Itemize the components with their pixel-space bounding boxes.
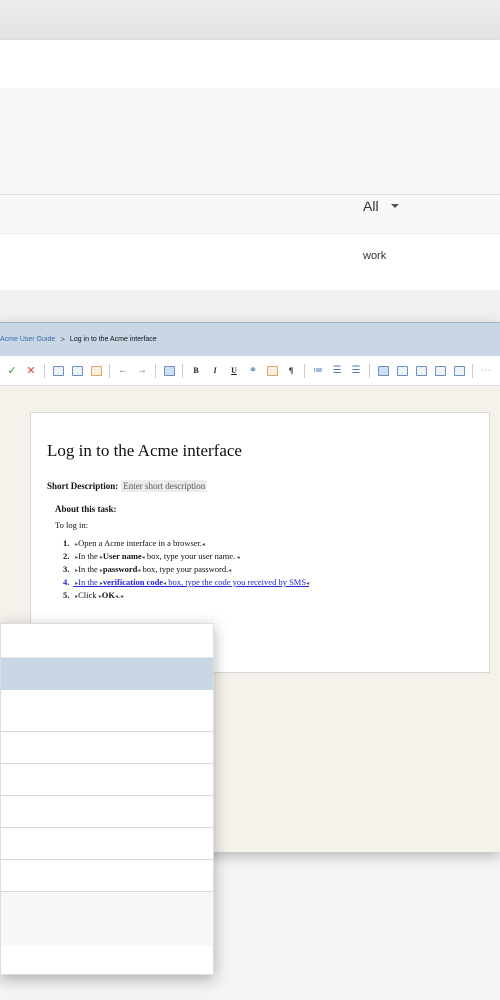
app-content-area <box>0 88 500 194</box>
toolbar-divider <box>472 363 473 378</box>
filter-dropdown[interactable]: All <box>363 198 399 214</box>
toolbar-divider <box>155 363 156 378</box>
short-description-input[interactable]: Enter short description <box>121 480 208 492</box>
list-row[interactable] <box>0 234 500 290</box>
insert-list-icon[interactable]: ≔ <box>310 363 326 379</box>
image-icon[interactable] <box>264 363 280 379</box>
toolbar-divider <box>304 363 305 378</box>
toolbar-divider <box>182 363 183 378</box>
insert-column-icon[interactable] <box>413 363 429 379</box>
insert-table-icon[interactable] <box>375 363 391 379</box>
panel-row[interactable] <box>1 796 213 828</box>
toolbar-divider <box>109 363 110 378</box>
filter-row <box>0 194 500 234</box>
panel-row[interactable] <box>1 690 213 732</box>
short-description-label: Short Description: <box>47 481 119 491</box>
topic-title[interactable]: Log in to the Acme interface <box>47 441 242 461</box>
editor-toolbar: ✓ ✕ ← → B I U ⚭ ¶ ≔ ☰ ☰ ⋯ <box>0 356 500 386</box>
step-item[interactable]: 2. ▸In the ▸User name◂ box, type your us… <box>63 550 309 563</box>
filter-selected-value: All <box>363 198 379 214</box>
toolbar-divider <box>44 363 45 378</box>
app-gap <box>0 290 500 322</box>
bold-button[interactable]: B <box>188 363 204 379</box>
merge-cells-icon[interactable] <box>432 363 448 379</box>
insert-row-icon[interactable] <box>394 363 410 379</box>
breadcrumb-separator: > <box>60 335 65 344</box>
breadcrumb-parent-link[interactable]: Acme User Guide <box>0 336 55 343</box>
about-task-heading: About this task: <box>55 504 117 514</box>
edit-comment-icon[interactable] <box>69 363 85 379</box>
panel-selected-bar[interactable] <box>1 658 213 690</box>
panel-row[interactable] <box>1 764 213 796</box>
italic-button[interactable]: I <box>207 363 223 379</box>
step-item[interactable]: 3. ▸In the ▸password◂ box, type your pas… <box>63 563 309 576</box>
paste-dropdown-icon[interactable] <box>161 363 177 379</box>
undo-icon[interactable]: ← <box>115 363 131 379</box>
paragraph-button[interactable]: ¶ <box>283 363 299 379</box>
toolbar-divider <box>369 363 370 378</box>
link-icon[interactable]: ⚭ <box>245 363 261 379</box>
comment-icon[interactable] <box>50 363 66 379</box>
more-options-icon[interactable]: ⋯ <box>478 363 494 379</box>
bulleted-list-icon[interactable]: ☰ <box>329 363 345 379</box>
panel-header <box>1 624 213 658</box>
breadcrumb-current: Log in to the Acme interface <box>69 336 157 343</box>
step-item[interactable]: 1. ▸Open a Acme interface in a browser.◂ <box>63 537 309 550</box>
step-item-linked[interactable]: 4. ▸In the ▸verification code◂ box, type… <box>63 576 309 589</box>
panel-row[interactable] <box>1 828 213 860</box>
chevron-down-icon <box>390 204 399 208</box>
numbered-list-icon[interactable]: ☰ <box>348 363 364 379</box>
track-changes-icon[interactable] <box>88 363 104 379</box>
step-item[interactable]: 5. ▸Click ▸OK◂.◂ <box>63 589 309 602</box>
delete-table-icon[interactable] <box>451 363 467 379</box>
reject-icon[interactable]: ✕ <box>23 363 39 379</box>
short-description: Short Description: Enter short descriptio… <box>47 480 208 492</box>
app-header-bar <box>0 40 500 88</box>
panel-row[interactable] <box>1 732 213 764</box>
list-row-label: work <box>363 250 387 262</box>
floating-panel <box>0 623 214 975</box>
steps-list: 1. ▸Open a Acme interface in a browser.◂… <box>63 537 309 602</box>
panel-footer <box>1 892 213 946</box>
redo-icon[interactable]: → <box>134 363 150 379</box>
breadcrumb: Acme User Guide > Log in to the Acme int… <box>0 322 500 356</box>
accept-icon[interactable]: ✓ <box>4 363 20 379</box>
task-intro[interactable]: To log in: <box>55 520 88 530</box>
panel-row[interactable] <box>1 860 213 892</box>
underline-button[interactable]: U <box>226 363 242 379</box>
top-shade <box>0 0 500 40</box>
